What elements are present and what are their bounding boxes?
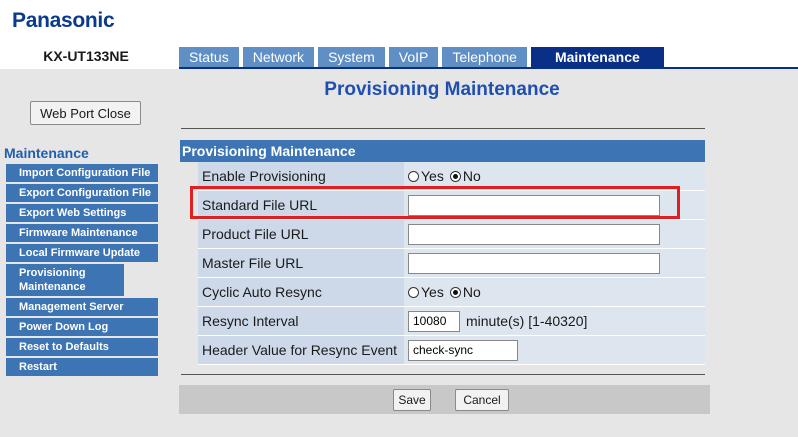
sidebar-item-local-firmware-update[interactable]: Local Firmware Update	[6, 244, 158, 262]
resync-interval-input[interactable]	[408, 310, 460, 332]
save-button[interactable]: Save	[393, 389, 431, 411]
tab-network[interactable]: Network	[242, 47, 315, 67]
cyclic-auto-resync-yes-radio[interactable]: Yes	[408, 284, 444, 300]
master-file-url-label: Master File URL	[198, 249, 404, 277]
resync-interval-label: Resync Interval	[198, 307, 404, 335]
product-file-url-input[interactable]	[408, 223, 660, 245]
divider-top	[181, 128, 705, 129]
sidebar-item-management-server[interactable]: Management Server	[6, 298, 158, 316]
cyclic-auto-resync-label: Cyclic Auto Resync	[198, 278, 404, 306]
row-master-file-url: Master File URL	[198, 249, 705, 278]
tab-telephone[interactable]: Telephone	[442, 47, 527, 67]
sidebar-item-power-down-log[interactable]: Power Down Log	[6, 318, 158, 336]
product-file-url-label: Product File URL	[198, 220, 404, 248]
cyclic-auto-resync-no-radio[interactable]: No	[449, 284, 481, 300]
tab-maintenance[interactable]: Maintenance	[530, 47, 664, 67]
enable-provisioning-yes-radio[interactable]: Yes	[408, 168, 444, 184]
header-value-label: Header Value for Resync Event	[198, 336, 404, 364]
sidebar-item-import-configuration-file[interactable]: Import Configuration File	[6, 164, 158, 182]
cancel-button[interactable]: Cancel	[455, 389, 509, 411]
web-port-close-button[interactable]: Web Port Close	[30, 101, 141, 125]
divider-bottom	[181, 374, 705, 375]
page-title: Provisioning Maintenance	[324, 79, 560, 100]
panasonic-logo: Panasonic	[12, 9, 115, 32]
sidebar-menu: Import Configuration File Export Configu…	[6, 164, 158, 378]
sidebar-item-reset-to-defaults[interactable]: Reset to Defaults	[6, 338, 158, 356]
red-highlight-box	[190, 186, 680, 219]
sidebar-item-export-configuration-file[interactable]: Export Configuration File	[6, 184, 158, 202]
row-cyclic-auto-resync: Cyclic Auto Resync Yes No	[198, 278, 705, 307]
sidebar-item-restart[interactable]: Restart	[6, 358, 158, 376]
row-product-file-url: Product File URL	[198, 220, 705, 249]
tab-status[interactable]: Status	[179, 47, 239, 67]
enable-provisioning-no-radio[interactable]: No	[449, 168, 481, 184]
sidebar-title: Maintenance	[4, 145, 89, 161]
master-file-url-input[interactable]	[408, 252, 660, 274]
tab-system[interactable]: System	[318, 47, 385, 67]
provisioning-section: Provisioning Maintenance Enable Provisio…	[180, 140, 705, 365]
button-bar	[179, 385, 710, 414]
row-resync-interval: Resync Interval minute(s) [1-40320]	[198, 307, 705, 336]
row-header-value: Header Value for Resync Event	[198, 336, 705, 365]
main-tabs: Status Network System VoIP Telephone Mai…	[179, 47, 664, 67]
resync-interval-unit: minute(s) [1-40320]	[466, 313, 588, 329]
sidebar-item-provisioning-maintenance[interactable]: Provisioning Maintenance	[6, 264, 124, 296]
tab-voip[interactable]: VoIP	[388, 47, 439, 67]
model-name: KX-UT133NE	[43, 48, 129, 64]
header-value-input[interactable]	[408, 339, 518, 361]
sidebar-item-firmware-maintenance[interactable]: Firmware Maintenance	[6, 224, 158, 242]
section-header: Provisioning Maintenance	[180, 140, 705, 162]
sidebar-item-export-web-settings[interactable]: Export Web Settings	[6, 204, 158, 222]
